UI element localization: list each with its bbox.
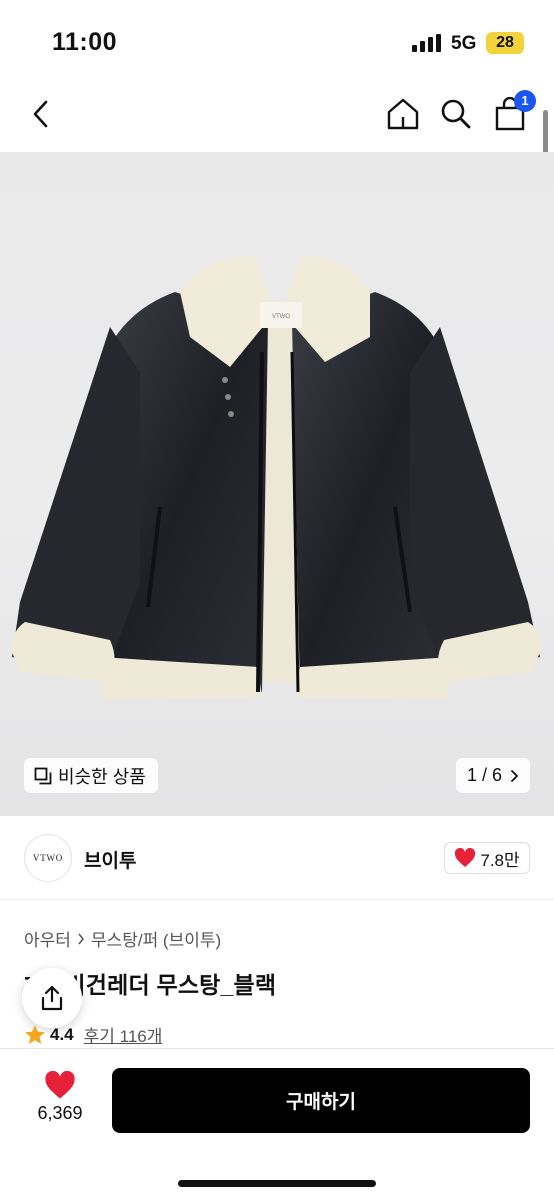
similar-icon: [34, 767, 52, 784]
product-image[interactable]: VTWO 비슷한 상품 1 / 6: [0, 152, 554, 816]
similar-products-label: 비슷한 상품: [58, 766, 146, 787]
chevron-right-icon: [78, 933, 84, 944]
back-icon: [33, 100, 48, 128]
brand-like-button[interactable]: 7.8만: [444, 842, 530, 874]
breadcrumb: 아우터 무스탕/퍼 (브이투): [24, 926, 221, 951]
heart-icon: [455, 848, 476, 867]
status-bar: 11:00 5G 28: [0, 0, 554, 80]
image-pager[interactable]: 1 / 6: [456, 758, 530, 793]
brand-logo[interactable]: VTWO: [24, 834, 72, 882]
back-button[interactable]: [20, 92, 64, 136]
brand-name[interactable]: 브이투: [84, 846, 136, 873]
rating-value: 4.4: [50, 1024, 74, 1044]
network-label: 5G: [451, 33, 477, 54]
star-icon: [25, 1025, 45, 1044]
brand-like-count: 7.8만: [480, 850, 520, 870]
wishlist-button[interactable]: 6,369: [30, 1071, 90, 1131]
chevron-right-icon: [511, 769, 519, 782]
battery-icon: 28: [486, 32, 524, 54]
home-button[interactable]: [381, 92, 425, 136]
share-button[interactable]: [22, 968, 82, 1028]
jacket-photo: VTWO: [11, 256, 541, 700]
breadcrumb-item[interactable]: 아우터: [24, 926, 71, 951]
review-link[interactable]: 후기 116개: [84, 1022, 163, 1047]
pager-label: 1 / 6: [466, 765, 503, 785]
search-icon: [441, 99, 471, 129]
similar-products-button[interactable]: 비슷한 상품: [24, 758, 158, 793]
buy-button[interactable]: 구매하기: [112, 1068, 530, 1133]
search-button[interactable]: [434, 92, 478, 136]
rating-row: 4.4 후기 116개: [24, 1022, 162, 1047]
heart-icon: [45, 1071, 75, 1099]
signal-icon: [412, 34, 442, 52]
share-icon: [41, 985, 63, 1011]
bottom-bar: 6,369 구매하기: [0, 1048, 554, 1200]
jacket-tag: VTWO: [272, 314, 290, 320]
brand-row[interactable]: VTWO 브이투 7.8만: [0, 816, 554, 900]
cart-badge: 1: [514, 90, 536, 112]
wishlist-count: 6,369: [37, 1103, 83, 1123]
cart-button[interactable]: 1: [488, 90, 536, 136]
home-indicator: [178, 1180, 376, 1187]
status-time: 11:00: [52, 28, 118, 56]
breadcrumb-item[interactable]: 무스탕/퍼 (브이투): [91, 926, 221, 951]
nav-bar: 1: [0, 80, 554, 152]
home-icon: [387, 98, 419, 130]
